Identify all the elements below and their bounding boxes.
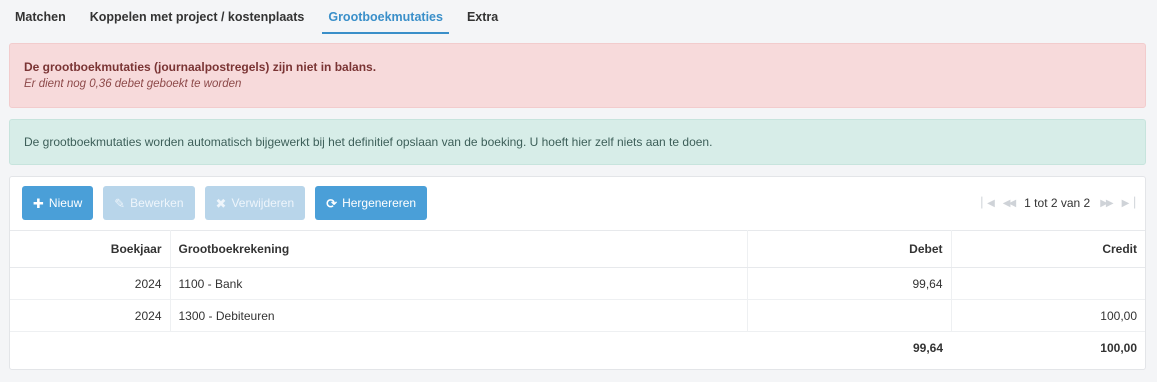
table-header-row: Boekjaar Grootboekrekening Debet Credit: [10, 230, 1145, 268]
edit-icon: ✎: [114, 195, 126, 211]
balance-alert-message: Er dient nog 0,36 debet geboekt te worde…: [24, 78, 242, 90]
regenerate-button[interactable]: ⟳ Hergenereren: [315, 186, 428, 220]
totals-spacer: [170, 332, 747, 364]
cell-year: 2024: [10, 267, 171, 300]
last-page-icon[interactable]: ▶▕: [1122, 198, 1135, 209]
edit-button[interactable]: ✎ Bewerken: [103, 186, 195, 220]
column-header-account[interactable]: Grootboekrekening: [170, 230, 748, 268]
column-header-year[interactable]: Boekjaar: [10, 230, 171, 268]
delete-button-label: Verwijderen: [231, 196, 295, 210]
cell-account: 1100 - Bank: [170, 267, 748, 300]
cell-credit: [951, 267, 1145, 300]
next-page-icon[interactable]: ▶▶: [1100, 198, 1113, 209]
delete-button[interactable]: ✖ Verwijderen: [204, 186, 306, 220]
mutations-panel: ✚ Nieuw ✎ Bewerken ✖ Verwijderen ⟳ Herge…: [9, 176, 1146, 370]
total-credit: 100,00: [1100, 340, 1137, 355]
balance-alert: De grootboekmutaties (journaalpostregels…: [9, 43, 1146, 108]
cell-credit: 100,00: [951, 299, 1145, 332]
column-header-debet[interactable]: Debet: [747, 230, 952, 268]
toolbar: ✚ Nieuw ✎ Bewerken ✖ Verwijderen ⟳ Herge…: [22, 186, 428, 220]
edit-button-label: Bewerken: [130, 196, 184, 210]
plus-icon: ✚: [33, 195, 44, 211]
totals-row: 99,64 100,00: [10, 332, 1145, 364]
pagination-summary: 1 tot 2 van 2: [1024, 196, 1091, 210]
cell-debet: [747, 299, 952, 332]
info-alert-message: De grootboekmutaties worden automatisch …: [24, 135, 713, 149]
total-debet: 99,64: [912, 340, 943, 355]
column-header-credit[interactable]: Credit: [951, 230, 1145, 268]
info-alert: De grootboekmutaties worden automatisch …: [9, 119, 1146, 165]
pagination: ▏◀ ◀◀ 1 tot 2 van 2 ▶▶ ▶▕: [981, 186, 1135, 220]
balance-alert-title: De grootboekmutaties (journaalpostregels…: [24, 60, 377, 74]
cell-debet: 99,64: [747, 267, 952, 300]
table-row[interactable]: 2024 1100 - Bank 99,64: [10, 267, 1145, 300]
regenerate-button-label: Hergenereren: [342, 196, 417, 210]
tab-extra[interactable]: Extra: [455, 0, 510, 34]
previous-page-icon[interactable]: ◀◀: [1003, 198, 1016, 209]
mutations-table: Boekjaar Grootboekrekening Debet Credit …: [10, 230, 1145, 364]
table-row[interactable]: 2024 1300 - Debiteuren 100,00: [10, 299, 1145, 332]
new-button-label: Nieuw: [48, 196, 83, 210]
tab-koppelen[interactable]: Koppelen met project / kostenplaats: [78, 0, 317, 34]
cell-year: 2024: [10, 299, 171, 332]
refresh-icon: ⟳: [326, 195, 338, 211]
totals-spacer: [10, 332, 170, 364]
tab-matchen[interactable]: Matchen: [0, 0, 78, 34]
tab-bar: Matchen Koppelen met project / kostenpla…: [0, 0, 1157, 36]
cell-account: 1300 - Debiteuren: [170, 299, 748, 332]
tab-grootboekmutaties[interactable]: Grootboekmutaties: [316, 0, 455, 34]
first-page-icon[interactable]: ▏◀: [981, 198, 994, 209]
close-icon: ✖: [215, 195, 227, 211]
new-button[interactable]: ✚ Nieuw: [22, 186, 94, 220]
